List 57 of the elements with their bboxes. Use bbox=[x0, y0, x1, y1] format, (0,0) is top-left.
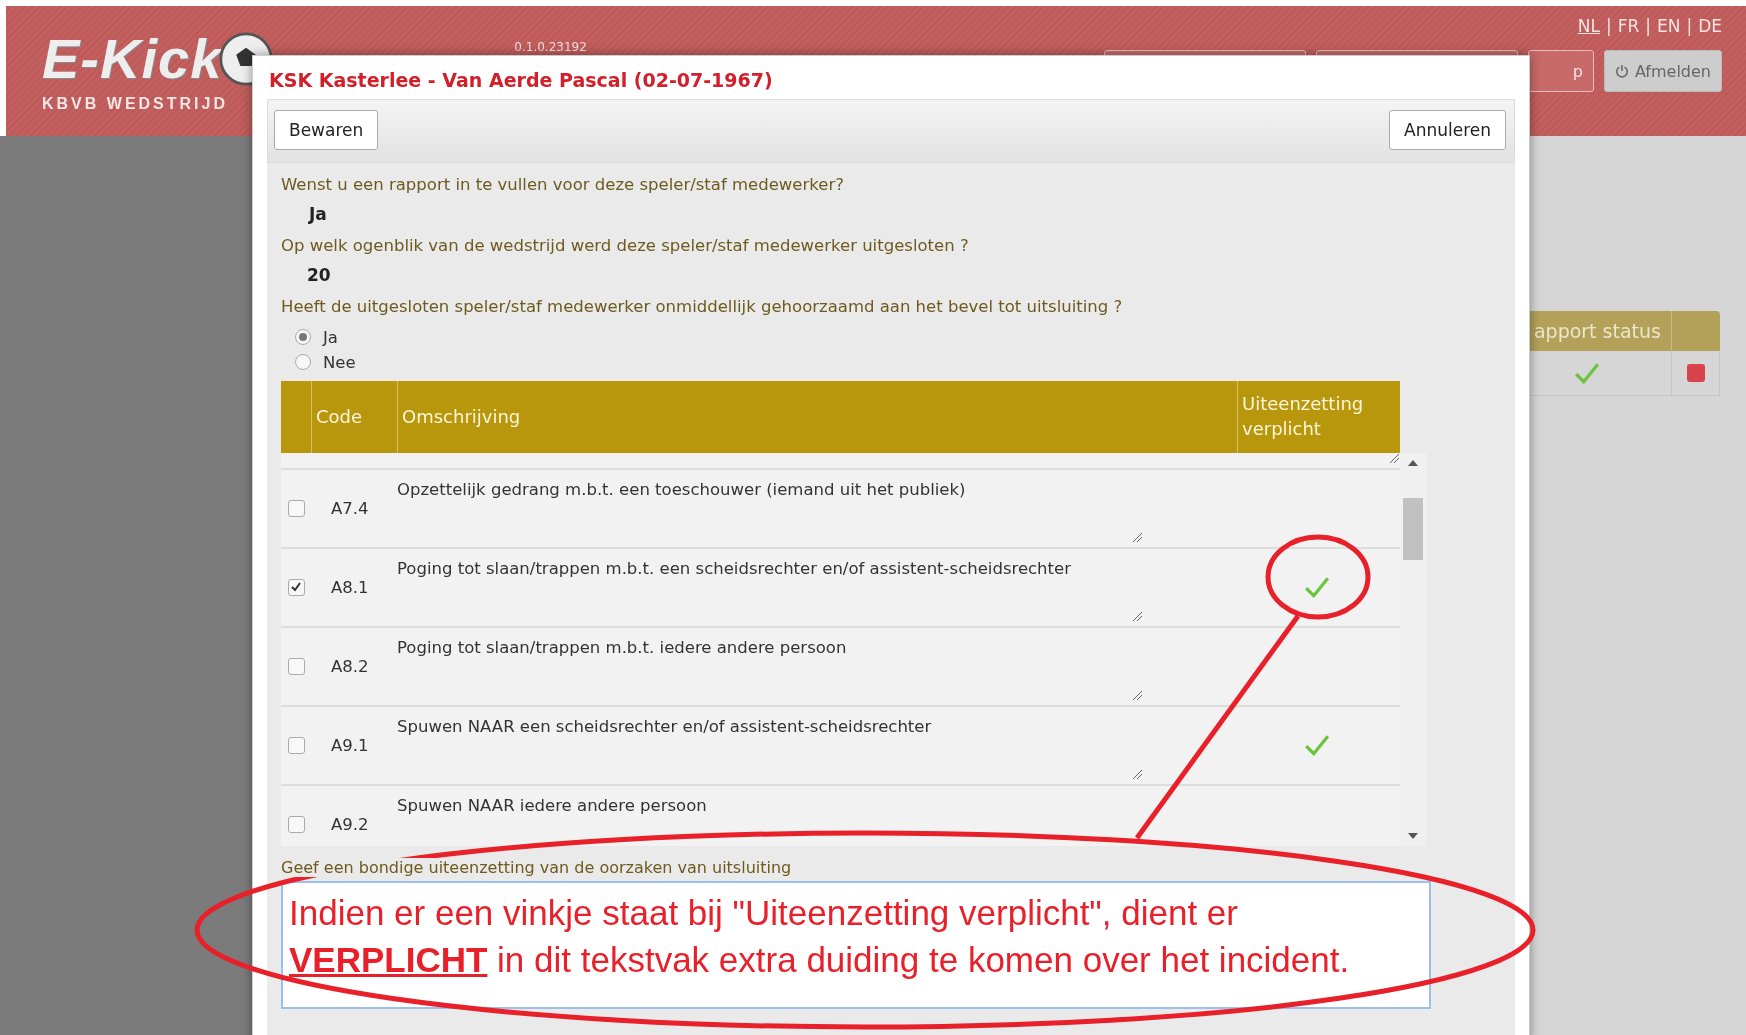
version-text: 0.1.0.23192 bbox=[514, 40, 587, 54]
question-text: Wenst u een rapport in te vullen voor deze speler/staf medewerker? bbox=[281, 174, 845, 196]
resize-handle-icon[interactable] bbox=[1132, 610, 1143, 622]
dialog-title: KSK Kasterlee - Van Aerde Pascal (02-07-1967) bbox=[268, 68, 774, 93]
column-header: Uiteenzetting verplicht bbox=[1242, 392, 1365, 441]
explanation-field[interactable]: Indien er een vinkje staat bij "Uiteenzetting verplicht", dient er VERPLICHT in dit tekstvak extra duiding te komen over het incident. bbox=[281, 880, 1431, 1009]
language-link[interactable]: DE bbox=[1698, 16, 1722, 36]
checkbox[interactable] bbox=[287, 499, 305, 517]
description-cell-text: Spuwen NAAR een scheidsrechter en/of assistent-scheidsrechter bbox=[397, 716, 933, 736]
separator-text: | bbox=[1645, 16, 1651, 36]
scrollbar[interactable] bbox=[1400, 452, 1426, 846]
column-header: Code bbox=[316, 406, 363, 428]
code-cell-text: A8.2 bbox=[330, 656, 370, 676]
language-link[interactable]: NL bbox=[1577, 16, 1600, 36]
question-text: Op welk ogenblik van de wedstrijd werd deze speler/staf medewerker uitgesloten ? bbox=[281, 235, 970, 258]
header-button[interactable]: p bbox=[1527, 50, 1594, 92]
logo-text: E-Kick bbox=[42, 26, 223, 91]
description-cell-text: Opzettelijk gedrang m.b.t. een toeschouwer (iemand uit het publiek) bbox=[397, 479, 967, 499]
resize-handle-icon[interactable] bbox=[1132, 531, 1143, 543]
header-cell bbox=[1672, 311, 1720, 351]
description-cell-text: Poging tot slaan/trappen m.b.t. een scheidsrechter en/of assistent-scheidsrechter bbox=[397, 558, 1072, 578]
radio-button[interactable] bbox=[295, 354, 311, 371]
description-cell-text: Spuwen NAAR iedere andere persoon bbox=[397, 795, 708, 815]
dialog-button[interactable]: Annuleren bbox=[1389, 110, 1506, 150]
logout-button[interactable]: Afmelden bbox=[1603, 50, 1722, 92]
column-header: Omschrijving bbox=[402, 406, 521, 428]
field-label: Geef een bondige uiteenzetting van de oorzaken van uitsluiting bbox=[281, 857, 792, 877]
code-cell-text: A7.4 bbox=[330, 498, 370, 518]
question-text: Heeft de uitgesloten speler/staf medewerker onmiddellijk gehoorzaamd aan het bevel tot uitsluiting ? bbox=[281, 296, 1124, 319]
logo-subtitle: KBVB WEDSTRIJD bbox=[42, 95, 229, 113]
checkbox[interactable] bbox=[287, 815, 305, 833]
dialog-button[interactable]: Bewaren bbox=[274, 110, 379, 150]
radio-button[interactable] bbox=[295, 329, 311, 346]
scroll-thumb[interactable] bbox=[1403, 498, 1423, 561]
answer-text: Ja bbox=[307, 203, 328, 227]
resize-handle-icon[interactable] bbox=[1132, 689, 1143, 701]
separator-text: | bbox=[1605, 16, 1612, 36]
language-link[interactable]: EN bbox=[1656, 16, 1681, 36]
checkbox[interactable] bbox=[287, 578, 305, 596]
power-icon bbox=[1614, 64, 1629, 78]
resize-handle-icon[interactable] bbox=[1132, 768, 1143, 780]
checkbox[interactable] bbox=[287, 657, 305, 675]
answer-text: 20 bbox=[306, 264, 332, 288]
annotation-text: Indien er een vinkje staat bij "Uiteenzetting verplicht", dient er bbox=[289, 891, 1239, 934]
scroll-down-icon[interactable] bbox=[1407, 831, 1419, 840]
checkbox[interactable] bbox=[287, 736, 305, 754]
code-cell-text: A8.1 bbox=[330, 577, 370, 597]
language-link[interactable]: FR bbox=[1617, 16, 1640, 36]
annotation-text: VERPLICHT in dit tekstvak extra duiding te komen over het incident. bbox=[289, 938, 1351, 981]
code-cell-text: A9.2 bbox=[330, 814, 370, 834]
separator-text: | bbox=[1686, 16, 1693, 36]
resize-handle-icon[interactable] bbox=[1389, 452, 1400, 464]
code-cell-text: A9.1 bbox=[330, 735, 370, 755]
description-cell-text: Poging tot slaan/trappen m.b.t. iedere andere persoon bbox=[397, 637, 848, 657]
radio-label: Ja bbox=[323, 327, 338, 347]
radio-label: Nee bbox=[323, 352, 356, 372]
scroll-up-icon[interactable] bbox=[1407, 458, 1419, 467]
